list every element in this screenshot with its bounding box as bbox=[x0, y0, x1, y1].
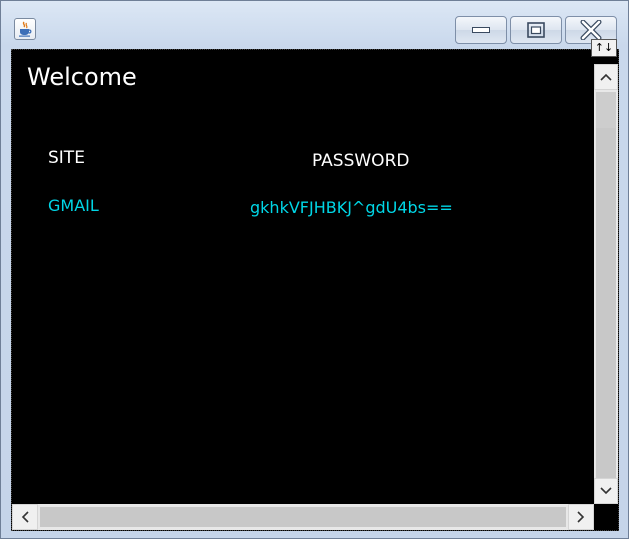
horizontal-scroll-track[interactable] bbox=[40, 507, 566, 527]
java-cup-icon[interactable] bbox=[14, 18, 36, 40]
scroll-viewport: Welcome SITE PASSWORD GMAIL gkhkVFJHBKJ^… bbox=[12, 50, 594, 504]
scroll-left-button[interactable] bbox=[12, 504, 38, 530]
chevron-left-icon bbox=[21, 511, 29, 523]
app-window: Welcome SITE PASSWORD GMAIL gkhkVFJHBKJ^… bbox=[0, 0, 629, 539]
scroll-down-button[interactable] bbox=[594, 478, 618, 504]
vertical-scroll-track[interactable] bbox=[596, 128, 616, 478]
chevron-up-icon bbox=[600, 73, 612, 81]
scroll-up-button[interactable] bbox=[594, 64, 618, 90]
title-bar[interactable] bbox=[1, 1, 628, 47]
maximize-button[interactable] bbox=[510, 16, 562, 44]
welcome-heading: Welcome bbox=[27, 63, 137, 91]
scroll-corner bbox=[594, 504, 618, 530]
column-header-password: PASSWORD bbox=[312, 151, 410, 171]
site-value: GMAIL bbox=[48, 196, 99, 215]
vertical-scrollbar[interactable] bbox=[594, 64, 618, 504]
chevron-right-icon bbox=[577, 511, 585, 523]
column-header-site: SITE bbox=[48, 148, 85, 168]
scroll-right-button[interactable] bbox=[568, 504, 594, 530]
chevron-down-icon bbox=[600, 487, 612, 495]
vertical-scroll-thumb[interactable] bbox=[596, 92, 616, 128]
resize-grip[interactable]: ↑↓ bbox=[591, 39, 617, 57]
content-frame: Welcome SITE PASSWORD GMAIL gkhkVFJHBKJ^… bbox=[11, 49, 619, 531]
maximize-icon bbox=[527, 22, 545, 38]
minimize-icon bbox=[472, 27, 490, 33]
minimize-button[interactable] bbox=[455, 16, 507, 44]
password-value: gkhkVFJHBKJ^gdU4bs== bbox=[250, 198, 453, 217]
close-icon bbox=[580, 20, 602, 40]
horizontal-scrollbar[interactable] bbox=[12, 504, 594, 530]
